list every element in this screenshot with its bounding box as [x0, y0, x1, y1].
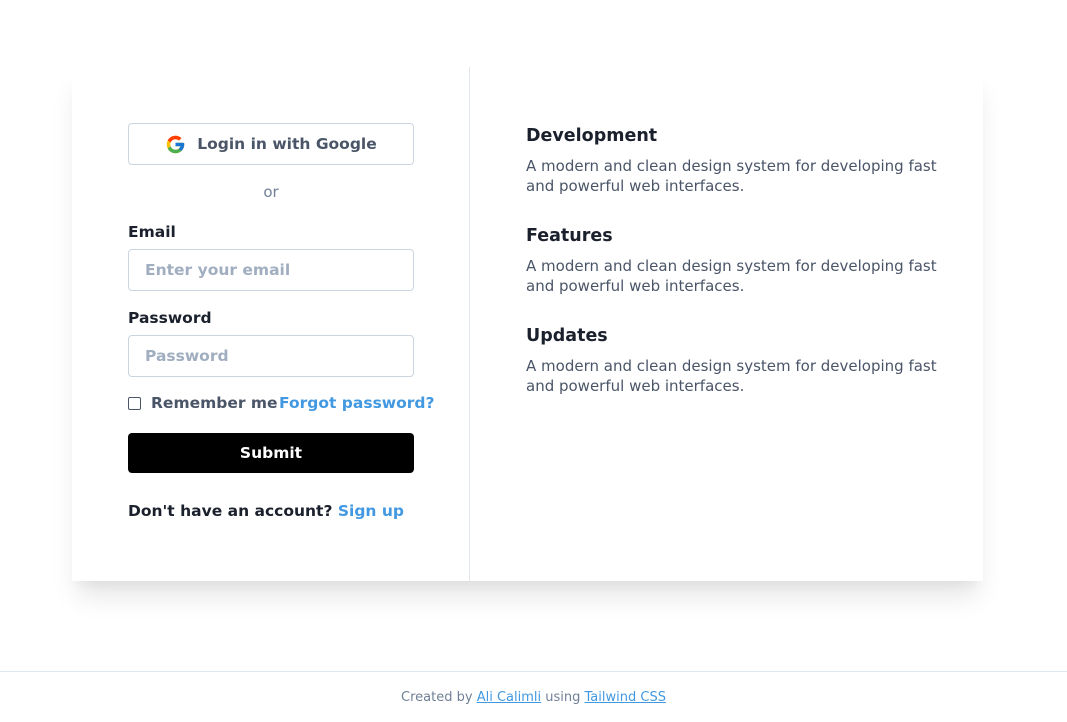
submit-button[interactable]: Submit — [128, 433, 414, 473]
feature-development: Development A modern and clean design sy… — [526, 126, 946, 196]
password-field[interactable] — [128, 335, 414, 377]
login-card: Login in with Google or Email Password R… — [72, 67, 983, 581]
google-login-button[interactable]: Login in with Google — [128, 123, 414, 165]
google-login-label: Login in with Google — [197, 135, 377, 153]
or-divider: or — [263, 183, 279, 201]
feature-description: A modern and clean design system for dev… — [526, 157, 937, 195]
signup-row: Don't have an account? Sign up — [128, 502, 404, 520]
feature-features: Features A modern and clean design syste… — [526, 226, 946, 296]
footer: Created by Ali Calimli using Tailwind CS… — [0, 671, 1067, 722]
signup-prompt: Don't have an account? — [128, 502, 333, 520]
email-label: Email — [128, 223, 176, 241]
feature-title: Updates — [526, 326, 608, 346]
footer-created-by: Created by — [401, 690, 473, 705]
feature-title: Development — [526, 126, 658, 146]
remember-checkbox[interactable] — [128, 396, 141, 410]
feature-updates: Updates A modern and clean design system… — [526, 326, 946, 396]
feature-description: A modern and clean design system for dev… — [526, 357, 937, 395]
tailwind-link[interactable]: Tailwind CSS — [585, 690, 666, 705]
remember-label: Remember me — [151, 394, 278, 412]
remember-me[interactable]: Remember me — [128, 394, 278, 412]
feature-description: A modern and clean design system for dev… — [526, 257, 937, 295]
google-icon — [166, 135, 185, 153]
email-field[interactable] — [128, 249, 414, 291]
author-link[interactable]: Ali Calimli — [477, 690, 541, 705]
feature-title: Features — [526, 226, 613, 246]
password-label: Password — [128, 309, 212, 327]
features-panel: Development A modern and clean design sy… — [470, 67, 983, 581]
login-panel: Login in with Google or Email Password R… — [72, 67, 470, 581]
footer-using: using — [545, 690, 581, 705]
forgot-password-link[interactable]: Forgot password? — [279, 394, 435, 412]
signup-link[interactable]: Sign up — [338, 502, 404, 520]
